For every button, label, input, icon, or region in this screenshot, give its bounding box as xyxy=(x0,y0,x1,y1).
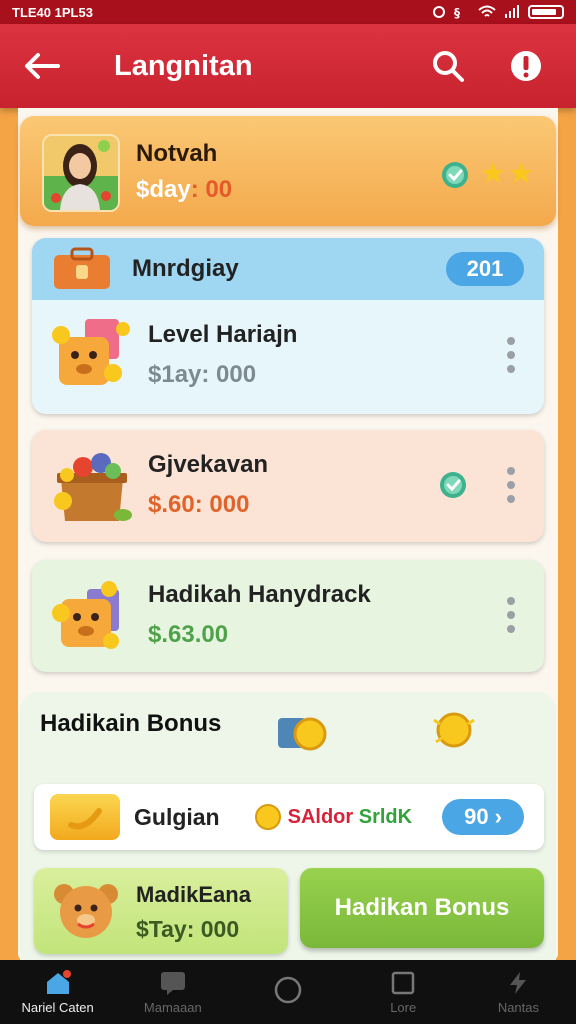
status-icons: § xyxy=(432,5,564,19)
verified-icon xyxy=(440,472,466,498)
bonus-panel: Hadikain Bonus Gulgian SAldor SrldK 90 › … xyxy=(20,692,556,960)
list-item[interactable]: Level Hariajn $1ay: 000 xyxy=(32,300,544,410)
alarm-icon xyxy=(433,6,445,18)
nav-label: Nantas xyxy=(497,999,540,1015)
row-title: Hadikah Hanydrack xyxy=(148,581,371,608)
svg-text:§: § xyxy=(454,6,460,19)
nav-item-lore[interactable]: Lore xyxy=(346,960,461,1024)
list-item[interactable]: Gjvekavan $.60: 000 xyxy=(32,430,544,540)
page-title: Langnitan xyxy=(114,49,253,82)
nav-label: Mamaaan xyxy=(143,999,202,1015)
home-icon xyxy=(46,969,71,994)
section-title: Mnrdgiay xyxy=(132,255,239,282)
profile-amount-value: : 00 xyxy=(190,176,233,203)
nav-label: Lore xyxy=(390,999,417,1015)
star-icon xyxy=(510,162,532,183)
reward-card: Hadikah Hanydrack $.63.00 xyxy=(32,560,544,672)
info-button[interactable] xyxy=(498,38,554,94)
section-header[interactable]: Mnrdgiay 201 xyxy=(32,238,544,300)
bottom-nav: Nariel Caten Mamaaan Lore Nantas xyxy=(0,960,576,1024)
bear-icon xyxy=(54,884,118,938)
circle-home-icon xyxy=(274,976,302,1004)
promo-tag-red: SAldor xyxy=(287,805,354,828)
status-time: TLE40 1PL53 xyxy=(12,4,93,20)
promo-label: Gulgian xyxy=(134,803,220,830)
section-card: Mnrdgiay 201 Level Hariajn $1ay: 000 xyxy=(32,238,544,414)
verified-icon xyxy=(442,162,468,188)
battery-icon xyxy=(528,5,564,19)
nav-item-center[interactable] xyxy=(230,960,345,1024)
row-title: Level Hariajn xyxy=(148,321,298,348)
promo-tag-green: SrldK xyxy=(358,805,413,828)
content-area: Notvah $day: 00 Mnrdgiay 201 Level Haria… xyxy=(18,108,558,960)
profile-amount-prefix: $day xyxy=(136,176,191,203)
row-title: Gjvekavan xyxy=(148,451,269,478)
reward-card: Gjvekavan $.60: 000 xyxy=(32,430,544,542)
count-badge: 201 xyxy=(446,252,524,286)
app-bar: Langnitan xyxy=(0,24,576,108)
list-item[interactable]: Hadikah Hanydrack $.63.00 xyxy=(32,560,544,670)
profile-amount: $day: 00 xyxy=(136,176,232,204)
nav-label: Nariel Caten xyxy=(21,999,94,1015)
row-amount: $.60: 000 xyxy=(148,491,250,518)
bag-icon xyxy=(54,247,110,289)
row-text: Level Hariajn $1ay: 000 xyxy=(148,321,496,389)
chat-icon xyxy=(160,971,185,995)
rating-stars xyxy=(480,160,534,186)
search-icon xyxy=(433,51,464,82)
back-button[interactable] xyxy=(12,36,72,96)
more-options-icon[interactable] xyxy=(496,460,526,510)
promo-count-button[interactable]: 90 › xyxy=(442,799,524,835)
promo-count: 90 xyxy=(464,804,489,829)
alert-icon xyxy=(511,51,541,81)
more-options-icon[interactable] xyxy=(496,590,526,640)
nav-item-messages[interactable]: Mamaaan xyxy=(115,960,230,1024)
more-options-icon[interactable] xyxy=(496,330,526,380)
promo-row[interactable]: Gulgian SAldor SrldK 90 › xyxy=(34,784,544,850)
row-amount: $1ay: 000 xyxy=(148,361,257,388)
mini-card-name: MadikEana xyxy=(136,882,251,907)
promo-tag: SAldor SrldK xyxy=(288,806,412,829)
wifi-icon xyxy=(478,5,496,17)
signal-icon xyxy=(505,5,519,18)
bear-box-icon xyxy=(46,309,138,401)
profile-name: Notvah xyxy=(136,140,218,167)
banana-icon xyxy=(50,794,120,840)
mini-card-amount: $Tay: 000 xyxy=(136,916,240,942)
status-bar: TLE40 1PL53 § xyxy=(0,0,576,24)
profile-card[interactable]: Notvah $day: 00 xyxy=(20,116,556,226)
coin-icon xyxy=(254,804,281,830)
bonus-button[interactable]: Hadikan Bonus xyxy=(300,868,544,948)
row-text: Gjvekavan $.60: 000 xyxy=(148,451,438,519)
coin-icon xyxy=(433,712,475,748)
chevron-right-icon: › xyxy=(494,804,502,829)
bonus-title: Hadikain Bonus xyxy=(40,710,222,737)
row-text: Hadikah Hanydrack $.63.00 xyxy=(148,581,496,649)
bear-box-icon xyxy=(46,569,138,661)
gift-box-icon xyxy=(46,439,138,531)
avatar xyxy=(42,134,120,212)
mini-card[interactable]: MadikEana $Tay: 000 xyxy=(34,868,288,954)
search-button[interactable] xyxy=(420,38,476,94)
nav-item-nantas[interactable]: Nantas xyxy=(461,960,576,1024)
nav-item-home[interactable]: Nariel Caten xyxy=(0,960,115,1024)
star-icon xyxy=(482,162,504,183)
bolt-icon xyxy=(510,971,527,994)
row-amount: $.63.00 xyxy=(148,621,229,648)
coin-stack-icon xyxy=(278,717,327,751)
settings-icon: § xyxy=(454,6,460,19)
arrow-left-icon xyxy=(25,53,60,79)
square-icon xyxy=(391,971,415,994)
